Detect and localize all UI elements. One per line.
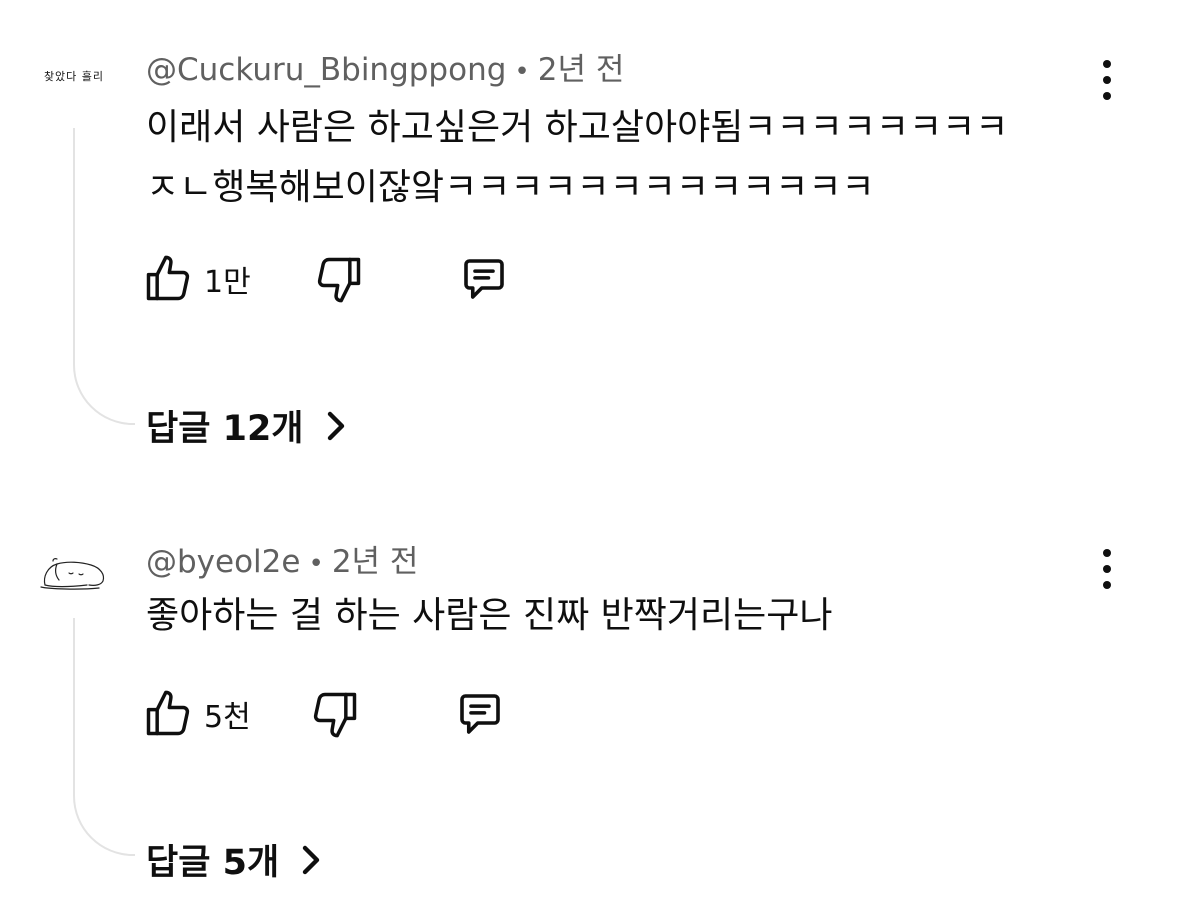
more-vert-icon [1103,549,1111,557]
avatar[interactable] [36,548,112,598]
reply-comment-icon [463,259,504,299]
view-replies-button[interactable]: 답글 12개 [146,400,348,451]
timestamp[interactable]: 2년 전 [538,52,625,88]
like-button[interactable]: 1만 [142,253,251,305]
replies-label: 답글 12개 [146,409,304,449]
comment-text-line: 이래서 사람은 하고싶은거 하고살아야됨ㅋㅋㅋㅋㅋㅋㅋㅋ [146,107,1009,148]
comment-text-line: ㅈㄴ행복해보이잖앜ㅋㅋㅋㅋㅋㅋㅋㅋㅋㅋㅋㅋㅋ [146,167,875,208]
comment-meta: @byeol2e • 2년 전 [146,536,418,581]
reply-comment-icon [459,694,500,734]
chevron-right-icon [302,845,320,874]
thumbs-down-icon [317,257,360,303]
reply-button[interactable] [453,687,507,741]
chevron-right-icon [327,411,344,440]
more-vert-icon [1103,60,1111,68]
thumbs-down-icon [313,692,356,738]
comment-item: 찾았다 흘리 @Cuckuru_Bbingppong • 2년 전 이래서 사람은 … [0,0,1179,460]
more-vert-icon-dot [1103,76,1111,84]
comment-actions: 5천 [142,686,507,742]
avatar-label: 찾았다 흘리 [43,70,105,83]
view-replies-button[interactable]: 답글 5개 [146,834,323,885]
reply-button[interactable] [457,252,511,306]
username[interactable]: @byeol2e [146,544,300,580]
sleeping-character-avatar-icon [40,558,105,590]
more-vert-icon-dot [1103,581,1111,589]
comment-meta: @Cuckuru_Bbingppong • 2년 전 [146,44,624,89]
avatar[interactable]: 찾았다 흘리 [36,58,112,94]
more-vert-icon-dot [1103,92,1111,100]
comment-text-line: 좋아하는 걸 하는 사람은 진짜 반짝거리는구나 [146,595,833,636]
comment-text: 이래서 사람은 하고싶은거 하고살아야됨ㅋㅋㅋㅋㅋㅋㅋㅋ ㅈㄴ행복해보이잖앜ㅋㅋ… [146,98,1008,218]
username[interactable]: @Cuckuru_Bbingppong [146,52,506,88]
thumbs-up-icon [146,690,190,736]
replies-label: 답글 5개 [146,843,280,883]
like-button[interactable]: 5천 [142,688,251,740]
dislike-button[interactable] [313,253,365,305]
comment-text: 좋아하는 걸 하는 사람은 진짜 반짝거리는구나 [146,586,833,646]
comment-item: @byeol2e • 2년 전 좋아하는 걸 하는 사람은 진짜 반짝거리는구나 5… [0,460,1179,918]
timestamp[interactable]: 2년 전 [332,544,419,580]
separator-dot: • [308,549,324,579]
thread-connector-line [73,618,135,856]
like-count: 5천 [204,700,251,735]
more-options-button[interactable] [1092,60,1122,100]
more-vert-icon-dot [1103,565,1111,573]
more-options-button[interactable] [1092,549,1122,589]
dislike-button[interactable] [309,688,361,740]
comment-actions: 1만 [142,251,511,307]
thread-connector-line [73,128,135,425]
like-count: 1만 [204,265,251,300]
thumbs-up-icon [146,255,190,301]
separator-dot: • [514,57,530,87]
